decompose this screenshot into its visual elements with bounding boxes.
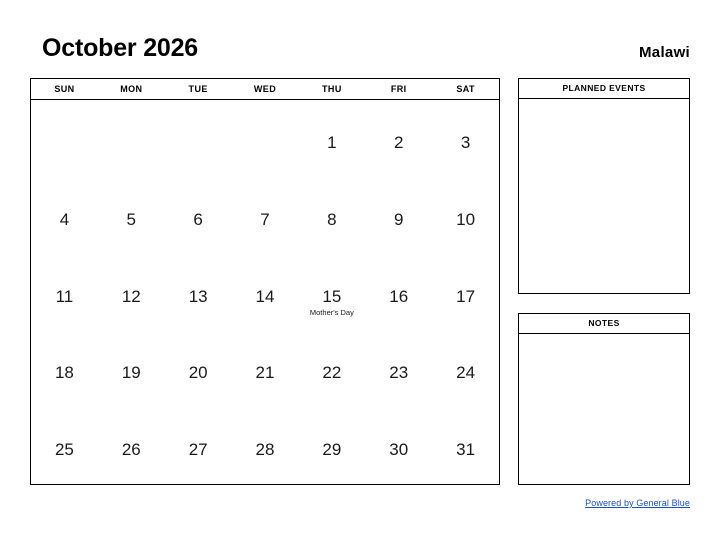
day-cell[interactable]: 5 — [98, 177, 165, 254]
weekday-header-row: SUN MON TUE WED THU FRI SAT — [31, 79, 499, 100]
notes-body[interactable] — [519, 334, 689, 484]
day-cell[interactable]: 30 — [365, 407, 432, 484]
day-number: 10 — [456, 209, 476, 229]
day-number: 18 — [54, 363, 74, 383]
weekday-sat: SAT — [456, 84, 475, 94]
weekday-sun: SUN — [54, 84, 75, 94]
calendar-grid: SUN MON TUE WED THU FRI SAT 1 2 3 4 5 6 … — [30, 78, 500, 485]
day-number: 5 — [126, 209, 137, 229]
day-cell[interactable]: 11 — [31, 254, 98, 331]
planned-events-panel: PLANNED EVENTS — [518, 78, 690, 294]
day-number: 30 — [389, 440, 409, 460]
day-number: 27 — [188, 440, 208, 460]
notes-panel: NOTES — [518, 313, 690, 485]
region-title: Malawi — [639, 44, 690, 61]
day-cell[interactable]: 25 — [31, 407, 98, 484]
day-number: 21 — [255, 363, 275, 383]
day-number: 8 — [327, 209, 337, 229]
day-number: 20 — [188, 363, 208, 383]
planned-events-body[interactable] — [519, 99, 689, 293]
week-row: 4 5 6 7 8 9 10 — [31, 177, 499, 254]
planned-events-title: PLANNED EVENTS — [519, 79, 689, 99]
day-number: 26 — [121, 440, 141, 460]
weekday-thu: THU — [322, 84, 342, 94]
day-cell[interactable]: 12 — [98, 254, 165, 331]
calendar-weeks: 1 2 3 4 5 6 7 8 9 10 11 12 13 14 15 Moth… — [31, 100, 499, 484]
weekday-mon: MON — [120, 84, 143, 94]
day-cell[interactable]: 10 — [432, 177, 499, 254]
day-cell[interactable]: 13 — [165, 254, 232, 331]
day-cell[interactable] — [165, 100, 232, 177]
day-cell[interactable]: 21 — [232, 330, 299, 407]
day-cell[interactable]: 26 — [98, 407, 165, 484]
day-number: 22 — [322, 363, 342, 383]
day-number: 6 — [193, 209, 203, 229]
day-cell[interactable]: 24 — [432, 330, 499, 407]
day-cell[interactable]: 17 — [432, 254, 499, 331]
week-row: 25 26 27 28 29 30 31 — [31, 407, 499, 484]
day-number: 31 — [456, 440, 476, 460]
day-number: 28 — [255, 440, 275, 460]
day-cell[interactable]: 22 — [298, 330, 365, 407]
weekday-fri: FRI — [390, 84, 407, 94]
day-cell[interactable]: 31 — [432, 407, 499, 484]
week-row: 1 2 3 — [31, 100, 499, 177]
day-number: 19 — [121, 363, 141, 383]
day-number: 12 — [121, 286, 141, 306]
day-number: 4 — [59, 209, 70, 229]
day-cell[interactable]: 1 — [298, 100, 365, 177]
day-number: 17 — [456, 286, 476, 306]
day-cell[interactable]: 15 Mother's Day — [298, 254, 365, 331]
day-number: 16 — [389, 286, 409, 306]
day-cell[interactable]: 8 — [298, 177, 365, 254]
day-number: 1 — [327, 133, 337, 152]
day-cell[interactable]: 16 — [365, 254, 432, 331]
day-cell[interactable] — [31, 100, 98, 177]
week-row: 18 19 20 21 22 23 24 — [31, 330, 499, 407]
day-number: 7 — [260, 209, 270, 229]
day-number: 2 — [393, 133, 404, 152]
day-cell[interactable]: 19 — [98, 330, 165, 407]
day-cell[interactable] — [98, 100, 165, 177]
day-number: 9 — [393, 209, 404, 229]
day-event-label: Mother's Day — [309, 307, 354, 317]
page-title: October 2026 — [42, 34, 199, 62]
day-cell[interactable]: 18 — [31, 330, 98, 407]
weekday-wed: WED — [253, 84, 277, 94]
day-number: 15 — [322, 286, 342, 306]
day-cell[interactable]: 28 — [232, 407, 299, 484]
day-cell[interactable]: 4 — [31, 177, 98, 254]
powered-by-link[interactable]: Powered by General Blue — [585, 497, 690, 509]
notes-title: NOTES — [519, 314, 689, 334]
day-number: 25 — [54, 440, 74, 460]
day-number: 23 — [389, 363, 409, 383]
day-number: 3 — [460, 133, 471, 152]
day-cell[interactable]: 20 — [165, 330, 232, 407]
day-number: 14 — [255, 286, 275, 306]
day-cell[interactable]: 6 — [165, 177, 232, 254]
day-cell[interactable]: 7 — [232, 177, 299, 254]
day-number: 13 — [188, 286, 208, 306]
day-number: 29 — [322, 440, 342, 460]
day-cell[interactable] — [232, 100, 299, 177]
day-number: 11 — [55, 286, 74, 306]
day-cell[interactable]: 14 — [232, 254, 299, 331]
day-cell[interactable]: 9 — [365, 177, 432, 254]
weekday-tue: TUE — [188, 84, 208, 94]
day-cell[interactable]: 3 — [432, 100, 499, 177]
day-cell[interactable]: 27 — [165, 407, 232, 484]
week-row: 11 12 13 14 15 Mother's Day 16 17 — [31, 254, 499, 331]
day-number: 24 — [456, 363, 476, 383]
day-cell[interactable]: 23 — [365, 330, 432, 407]
day-cell[interactable]: 2 — [365, 100, 432, 177]
day-cell[interactable]: 29 — [298, 407, 365, 484]
